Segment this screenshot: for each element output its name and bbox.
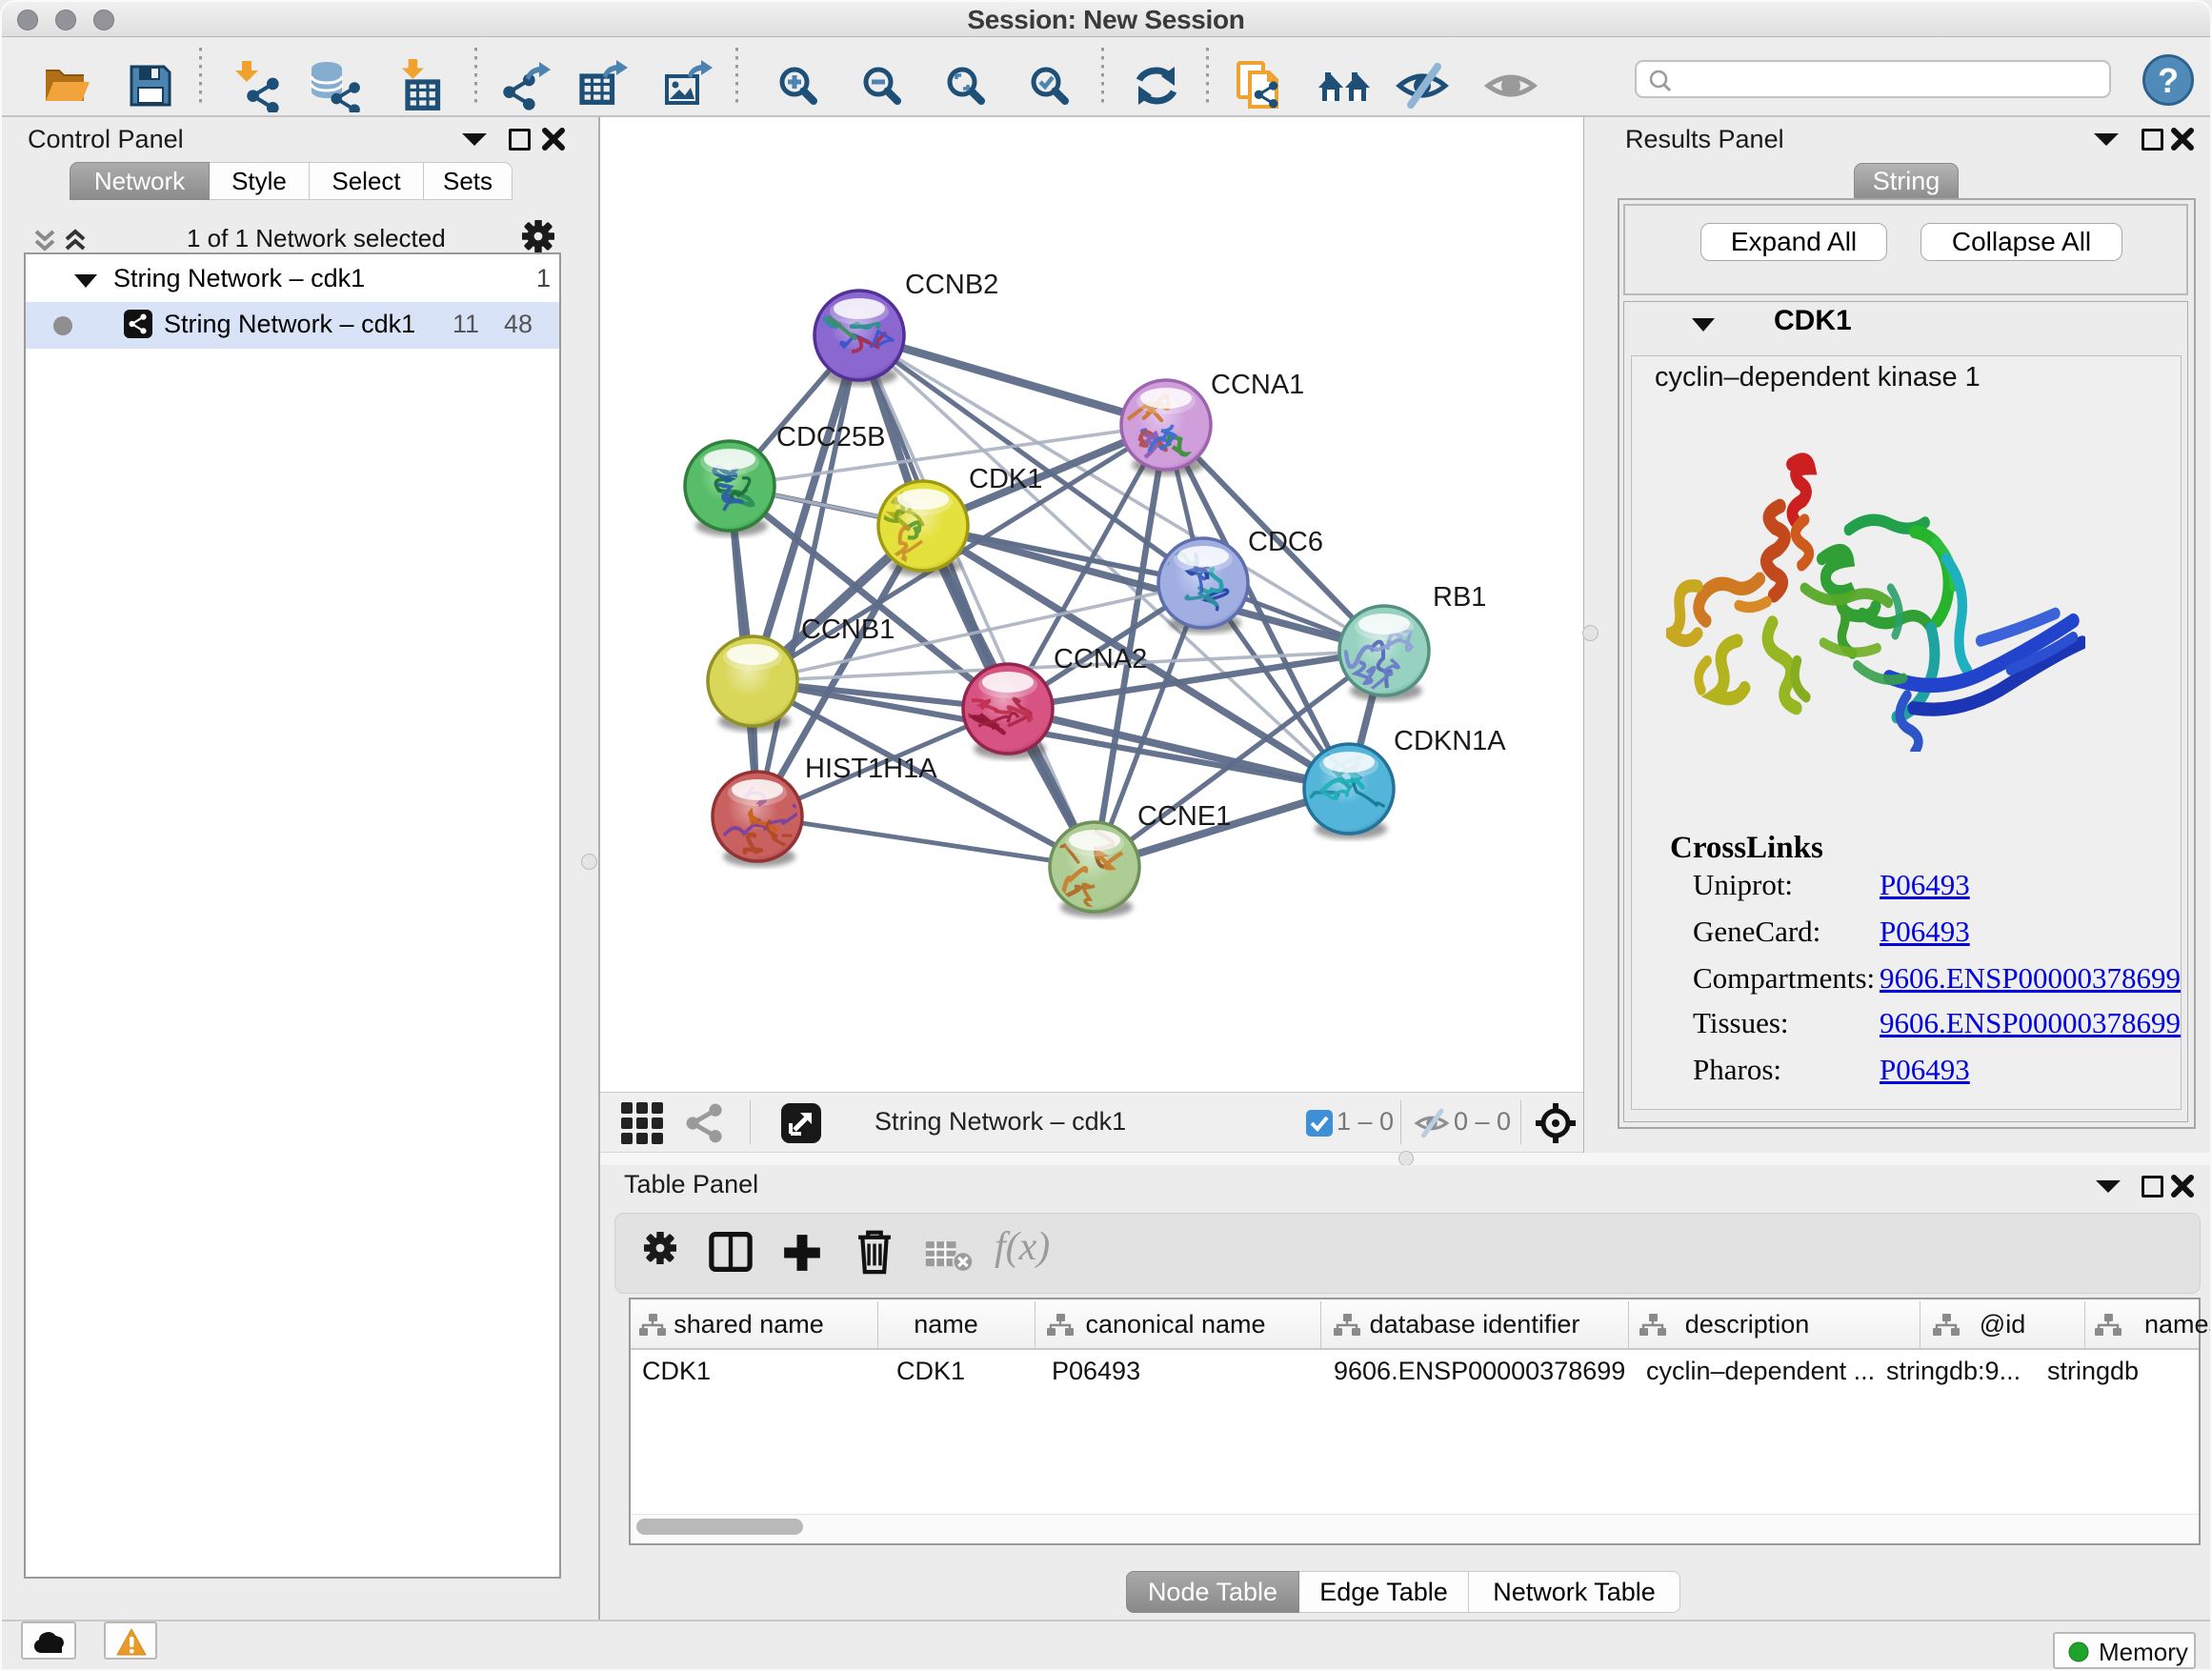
svg-text:CDC25B: CDC25B [776,422,885,453]
svg-text:RB1: RB1 [1433,582,1486,613]
svg-text:CDKN1A: CDKN1A [1394,726,1506,756]
svg-text:CCNB2: CCNB2 [905,270,998,300]
svg-text:CCNE1: CCNE1 [1137,801,1231,832]
svg-text:CCNA1: CCNA1 [1211,370,1304,400]
svg-text:CCNA2: CCNA2 [1054,644,1147,674]
svg-text:HIST1H1A: HIST1H1A [805,754,937,784]
svg-text:CDC6: CDC6 [1248,527,1323,557]
svg-text:CDK1: CDK1 [969,464,1042,494]
svg-text:CCNB1: CCNB1 [801,614,895,645]
